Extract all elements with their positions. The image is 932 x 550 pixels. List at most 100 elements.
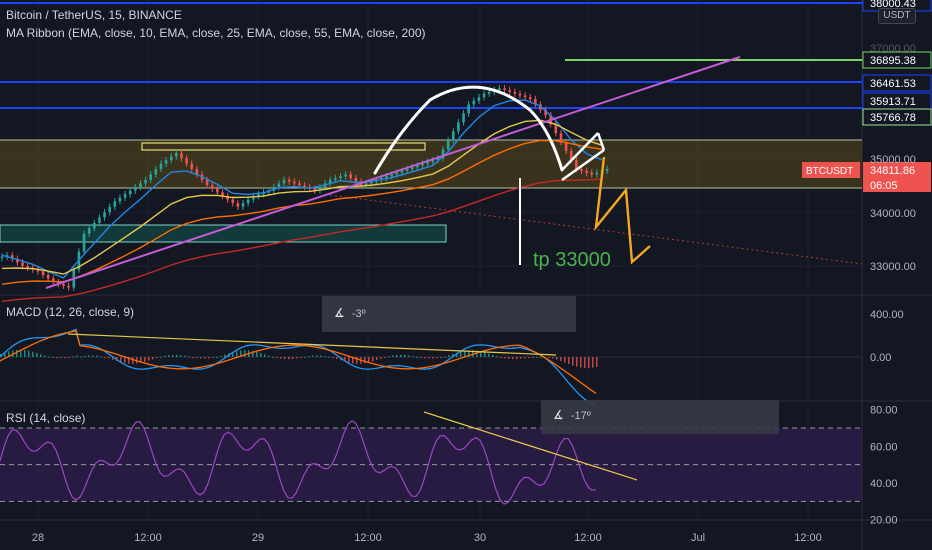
symbol-label: BTCUSDT xyxy=(806,166,853,177)
candle-body xyxy=(513,91,517,94)
rsi-tick: 80.00 xyxy=(870,405,898,417)
macd-histogram-bar xyxy=(400,354,402,357)
macd-histogram-bar xyxy=(412,356,414,358)
macd-histogram-bar xyxy=(560,357,562,361)
macd-histogram-bar xyxy=(588,357,590,368)
macd-angle-box[interactable]: ∡ -3º xyxy=(322,296,576,332)
rsi-tick: 60.00 xyxy=(870,441,898,453)
macd-histogram-bar xyxy=(388,356,390,358)
macd-histogram-bar xyxy=(316,355,318,357)
macd-histogram-bar xyxy=(492,354,494,357)
candle-body xyxy=(410,167,414,170)
macd-histogram-bar xyxy=(104,357,106,358)
macd-histogram-bar xyxy=(32,351,34,357)
macd-histogram-bar xyxy=(172,354,174,357)
candle-body xyxy=(103,212,106,218)
macd-histogram-bar xyxy=(156,357,158,358)
macd-histogram-bar xyxy=(192,357,194,358)
candle-body xyxy=(395,172,399,175)
candle-body xyxy=(390,174,394,177)
macd-histogram-bar xyxy=(488,353,490,357)
candle-body xyxy=(334,178,337,180)
macd-histogram-bar xyxy=(224,354,226,357)
candle-body xyxy=(503,88,506,91)
macd-histogram-bar xyxy=(444,356,446,358)
macd-histogram-bar xyxy=(108,357,110,359)
macd-histogram-bar xyxy=(144,357,146,362)
macd-histogram-bar xyxy=(48,356,50,358)
rsi-angle-label: -17º xyxy=(570,410,591,422)
candle-body xyxy=(585,170,588,173)
candle-body xyxy=(93,222,96,229)
time-tick: 12:00 xyxy=(794,532,822,544)
candle-body xyxy=(118,197,122,202)
macd-histogram-bar xyxy=(364,357,366,364)
macd-histogram-bar xyxy=(348,357,350,363)
candle-body xyxy=(139,183,142,188)
macd-histogram-bar xyxy=(404,354,406,357)
macd-histogram-bar xyxy=(428,357,430,359)
candle-body xyxy=(21,262,24,266)
time-tick: 12:00 xyxy=(574,532,602,544)
macd-histogram-bar xyxy=(68,357,70,358)
macd-histogram-bar xyxy=(184,355,186,357)
candle-body xyxy=(210,185,214,189)
candle-body xyxy=(339,176,342,179)
macd-histogram-bar xyxy=(60,357,62,358)
macd-histogram-bar xyxy=(200,357,202,359)
tp-label: tp 33000 xyxy=(533,249,611,271)
candle-body xyxy=(354,178,358,182)
macd-histogram-bar xyxy=(300,357,302,358)
macd-histogram-bar xyxy=(524,357,526,359)
macd-histogram-bar xyxy=(96,355,98,357)
macd-title: MACD (12, 26, close, 9) xyxy=(6,305,135,319)
time-tick: 12:00 xyxy=(134,532,162,544)
macd-histogram-bar xyxy=(40,354,42,357)
candle-body xyxy=(236,203,240,207)
macd-histogram-bar xyxy=(424,357,426,359)
candle-body xyxy=(190,163,194,170)
macd-histogram-bar xyxy=(152,357,154,360)
candle-body xyxy=(241,203,245,207)
macd-histogram-bar xyxy=(568,357,570,364)
candle-body xyxy=(82,233,86,252)
chart-canvas[interactable]: tp 3300038000.4336895.3836461.5335913.71… xyxy=(0,0,932,550)
macd-histogram-bar xyxy=(528,357,530,358)
candle-body xyxy=(400,170,404,173)
candle-body xyxy=(277,183,281,188)
currency-badge[interactable]: USDT xyxy=(878,8,916,24)
macd-histogram-bar xyxy=(72,356,74,358)
candle-body xyxy=(518,93,522,96)
macd-histogram-bar xyxy=(596,357,598,367)
symbol-title: Bitcoin / TetherUS, 15, BINANCE xyxy=(6,8,182,22)
candle-body xyxy=(0,256,4,259)
macd-histogram-bar xyxy=(380,357,382,359)
macd-histogram-bar xyxy=(420,357,422,358)
demand-box xyxy=(0,224,447,243)
macd-histogram-bar xyxy=(280,357,282,359)
price-label: 35766.78 xyxy=(870,112,916,124)
candle-body xyxy=(169,156,173,161)
macd-histogram-bar xyxy=(204,357,206,359)
candle-body xyxy=(216,188,219,193)
macd-histogram-bar xyxy=(292,357,294,359)
rsi-angle-box[interactable]: ∡ -17º xyxy=(541,400,779,434)
macd-histogram-bar xyxy=(328,356,330,358)
candle-body xyxy=(595,172,599,175)
macd-histogram-bar xyxy=(516,357,518,360)
candle-body xyxy=(67,285,70,288)
macd-histogram-bar xyxy=(572,357,574,366)
macd-histogram-bar xyxy=(92,355,94,357)
signal-line xyxy=(0,330,597,394)
macd-histogram-bar xyxy=(520,357,522,359)
macd-histogram-bar xyxy=(272,356,274,358)
macd-histogram-bar xyxy=(460,351,462,357)
macd-histogram-bar xyxy=(440,357,442,358)
macd-histogram-bar xyxy=(124,357,126,364)
macd-histogram-bar xyxy=(580,357,582,368)
candle-body xyxy=(175,152,178,157)
macd-histogram-bar xyxy=(432,357,434,359)
candle-body xyxy=(349,174,353,179)
macd-histogram-bar xyxy=(268,355,270,357)
macd-histogram-bar xyxy=(52,357,54,358)
